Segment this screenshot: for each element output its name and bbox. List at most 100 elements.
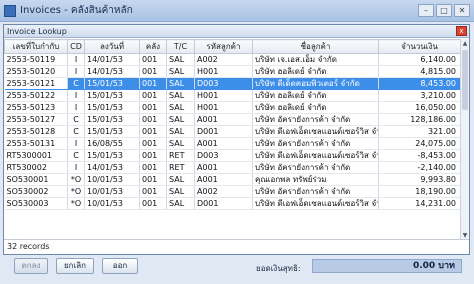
table-cell: บริษัท อัครายังการค้า จำกัด xyxy=(252,137,379,150)
table-cell: SAL xyxy=(166,101,195,114)
close-icon[interactable]: ✕ xyxy=(454,4,470,17)
invoice-grid[interactable]: เลขที่ใบกำกับ CD ลงวันที่ คลัง T/C รหัสลูกค้า… xyxy=(4,39,469,240)
table-cell: 10/01/53 xyxy=(84,173,140,186)
exit-button[interactable]: ออก xyxy=(102,258,138,274)
maximize-icon[interactable]: □ xyxy=(436,4,452,17)
table-row[interactable]: 2553-50128 C 15/01/53 001 SAL D001 บริษัท ดีเอ… xyxy=(4,125,461,138)
table-cell: 15/01/53 xyxy=(84,101,140,114)
table-cell: *O xyxy=(67,185,85,198)
table-cell: 001 xyxy=(139,53,167,66)
dialog-titlebar: Invoice Lookup x xyxy=(4,25,469,38)
table-cell: 001 xyxy=(139,101,167,114)
table-cell: D003 xyxy=(194,77,253,90)
table-cell: C xyxy=(67,149,85,162)
table-cell: I xyxy=(67,53,85,66)
table-cell: RET xyxy=(166,149,195,162)
table-cell: 15/01/53 xyxy=(84,125,140,138)
table-cell: H001 xyxy=(194,101,253,114)
table-cell: SAL xyxy=(166,137,195,150)
table-cell: SAL xyxy=(166,197,195,210)
table-cell: 2553-50120 xyxy=(4,65,68,78)
table-row[interactable]: 2553-50131 I 16/08/55 001 SAL A001 บริษัท อัคร… xyxy=(4,137,461,150)
table-cell: I xyxy=(67,65,85,78)
grid-header-row: เลขที่ใบกำกับ CD ลงวันที่ คลัง T/C รหัสลูกค้า… xyxy=(4,39,461,54)
table-cell: D001 xyxy=(194,197,253,210)
table-cell: 001 xyxy=(139,113,167,126)
table-cell: บริษัท ดีเด็ดคอมพิวเตอร์ จำกัด xyxy=(252,77,379,90)
table-cell: คุณเอกพล ทรัพย์ร่วม xyxy=(252,173,379,186)
dialog-close-icon[interactable]: x xyxy=(456,26,467,36)
scroll-thumb[interactable] xyxy=(462,50,468,110)
table-cell: 2553-50123 xyxy=(4,101,68,114)
column-header[interactable]: จำนวนเงิน xyxy=(378,39,461,54)
table-row[interactable]: RT530002 I 14/01/53 001 RET A001 บริษัท อัคราย… xyxy=(4,161,461,174)
table-row[interactable]: SO530001 *O 10/01/53 001 SAL A001 คุณเอกพล ทรั… xyxy=(4,173,461,186)
table-cell: SAL xyxy=(166,65,195,78)
table-cell: 001 xyxy=(139,185,167,198)
table-cell: SO530002 xyxy=(4,185,68,198)
table-cell: บริษัท ฮอลิเดย์ จำกัด xyxy=(252,65,379,78)
table-cell: 14/01/53 xyxy=(84,161,140,174)
table-cell: 321.00 xyxy=(378,125,461,138)
scroll-up-icon[interactable]: ▲ xyxy=(461,39,469,48)
table-cell: 8,453.00 xyxy=(378,77,461,90)
column-header[interactable]: คลัง xyxy=(139,39,167,54)
column-header[interactable]: รหัสลูกค้า xyxy=(194,39,253,54)
table-cell: 001 xyxy=(139,89,167,102)
window-title: Invoices - คลังสินค้าหลัก xyxy=(20,5,133,16)
record-count: 32 records xyxy=(4,239,469,254)
column-header[interactable]: ชื่อลูกค้า xyxy=(252,39,379,54)
window-controls: – □ ✕ xyxy=(418,4,470,17)
table-cell: RET xyxy=(166,161,195,174)
table-cell: *O xyxy=(67,173,85,186)
table-cell: 128,186.00 xyxy=(378,113,461,126)
cancel-button[interactable]: ยกเลิก xyxy=(56,258,94,274)
table-cell: RT5300001 xyxy=(4,149,68,162)
window-titlebar: Invoices - คลังสินค้าหลัก – □ ✕ xyxy=(0,0,474,22)
table-cell: 001 xyxy=(139,161,167,174)
vertical-scrollbar[interactable]: ▲ ▼ xyxy=(460,39,469,240)
table-cell: A001 xyxy=(194,161,253,174)
table-cell: I xyxy=(67,161,85,174)
table-cell: SAL xyxy=(166,173,195,186)
column-header[interactable]: ลงวันที่ xyxy=(84,39,140,54)
table-cell: 2553-50127 xyxy=(4,113,68,126)
column-header[interactable]: เลขที่ใบกำกับ xyxy=(4,39,68,54)
table-row[interactable]: 2553-50119 I 14/01/53 001 SAL A002 บริษัท เจ.เ… xyxy=(4,53,461,66)
table-row[interactable]: SO530002 *O 10/01/53 001 SAL A002 บริษัท อัครา… xyxy=(4,185,461,198)
table-cell: I xyxy=(67,101,85,114)
table-cell: 001 xyxy=(139,137,167,150)
table-cell: SO530001 xyxy=(4,173,68,186)
dialog-title: Invoice Lookup xyxy=(7,26,67,36)
table-cell: A001 xyxy=(194,113,253,126)
table-cell: A001 xyxy=(194,137,253,150)
table-cell: 14/01/53 xyxy=(84,53,140,66)
table-row[interactable]: 2553-50121 C 15/01/53 001 SAL D003 บริษัท ดีเด… xyxy=(4,77,461,90)
column-header[interactable]: CD xyxy=(67,39,85,54)
table-cell: 14/01/53 xyxy=(84,65,140,78)
table-cell: 2553-50122 xyxy=(4,89,68,102)
table-cell: บริษัท ดีเอฟเอ็ดเซลแอนด์เซอร์วิส จำกัด xyxy=(252,197,379,210)
table-cell: 15/01/53 xyxy=(84,113,140,126)
minimize-icon[interactable]: – xyxy=(418,4,434,17)
table-row[interactable]: 2553-50122 I 15/01/53 001 SAL H001 บริษัท ฮอลิ… xyxy=(4,89,461,102)
table-cell: *O xyxy=(67,197,85,210)
table-row[interactable]: 2553-50120 I 14/01/53 001 SAL H001 บริษัท ฮอลิ… xyxy=(4,65,461,78)
table-row[interactable]: RT5300001 C 15/01/53 001 RET D003 บริษัท ดีเอฟ… xyxy=(4,149,461,162)
ok-button[interactable]: ตกลง xyxy=(14,258,48,274)
table-row[interactable]: SO530003 *O 10/01/53 001 SAL D001 บริษัท ดีเอฟ… xyxy=(4,197,461,210)
table-row[interactable]: 2553-50127 C 15/01/53 001 SAL A001 บริษัท อัคร… xyxy=(4,113,461,126)
table-cell: SAL xyxy=(166,89,195,102)
table-cell: C xyxy=(67,125,85,138)
column-header[interactable]: T/C xyxy=(166,39,195,54)
table-row[interactable]: 2553-50123 I 15/01/53 001 SAL H001 บริษัท ฮอลิ… xyxy=(4,101,461,114)
table-cell: 24,075.00 xyxy=(378,137,461,150)
table-cell: 10/01/53 xyxy=(84,197,140,210)
table-cell: SAL xyxy=(166,77,195,90)
table-cell: RT530002 xyxy=(4,161,68,174)
table-cell: -2,140.00 xyxy=(378,161,461,174)
table-cell: H001 xyxy=(194,89,253,102)
table-cell: 001 xyxy=(139,65,167,78)
table-cell: A002 xyxy=(194,185,253,198)
invoice-table: เลขที่ใบกำกับ CD ลงวันที่ คลัง T/C รหัสลูกค้า… xyxy=(4,39,461,210)
